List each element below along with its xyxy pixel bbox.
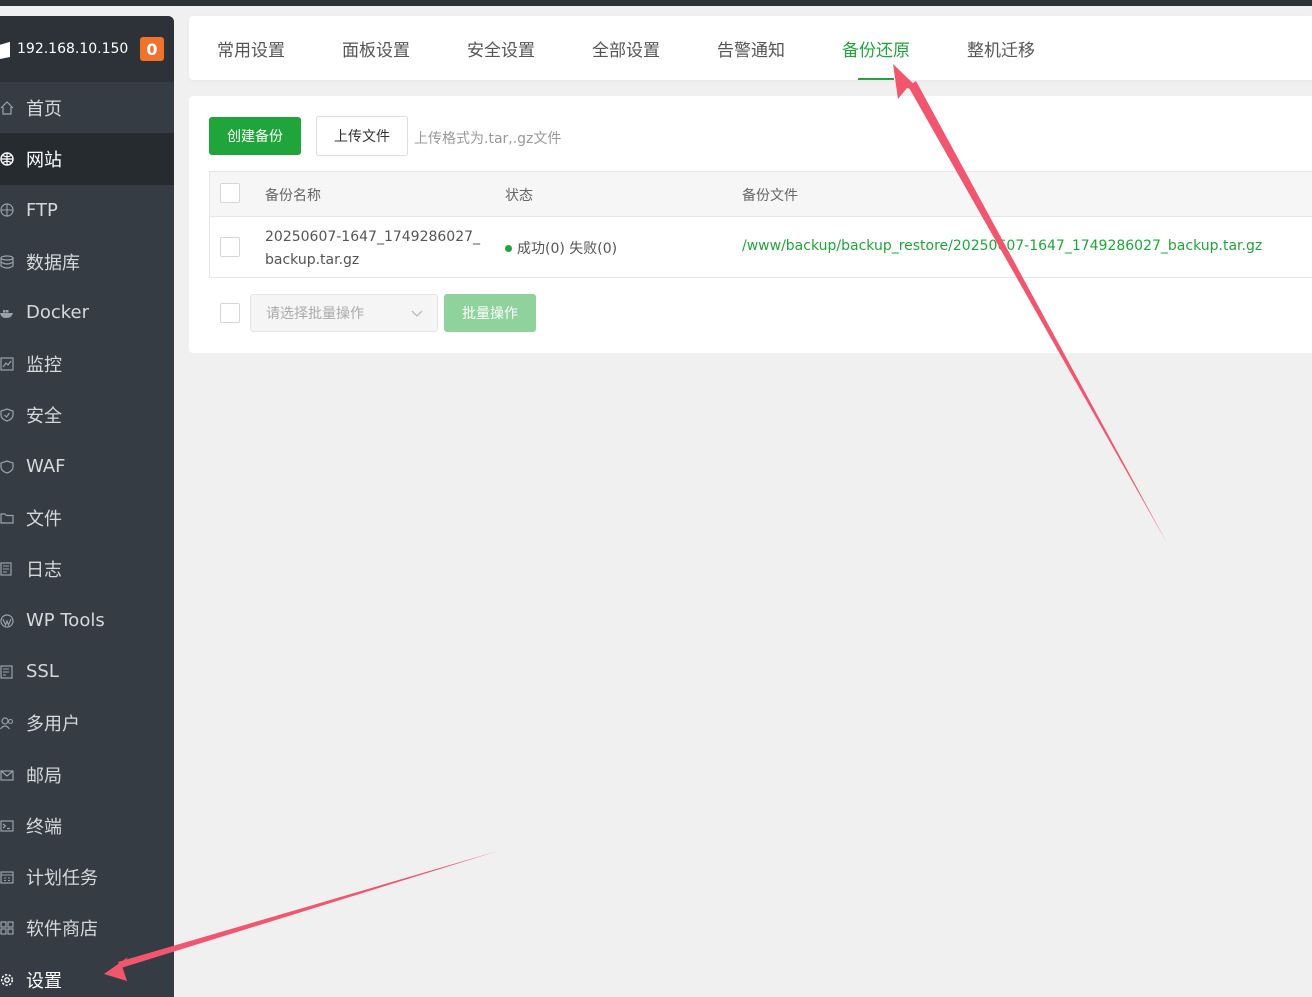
sidebar-item-label: 文件 (26, 509, 62, 531)
sidebar-item-app-store[interactable]: 软件商店 (0, 903, 174, 954)
docker-icon (0, 306, 26, 320)
sidebar-item-label: 软件商店 (26, 919, 98, 941)
active-tab-indicator (858, 78, 894, 80)
monitor-icon (0, 357, 26, 371)
table-header: 备份名称 状态 备份文件 (210, 172, 1312, 217)
backup-status: 成功(0) 失败(0) (505, 238, 617, 258)
tab-alert-notifications[interactable]: 告警通知 (717, 16, 785, 80)
sidebar-item-multi-user[interactable]: 多用户 (0, 698, 174, 749)
sidebar-item-mail[interactable]: 邮局 (0, 749, 174, 800)
sidebar-item-label: 网站 (26, 149, 62, 171)
tab-all-settings[interactable]: 全部设置 (592, 16, 660, 80)
waf-icon (0, 460, 26, 474)
sidebar-item-security[interactable]: 安全 (0, 390, 174, 441)
sidebar-item-website[interactable]: 网站 (0, 133, 174, 185)
sidebar-item-label: WP Tools (26, 610, 105, 632)
sidebar-item-label: 监控 (26, 355, 62, 377)
sidebar-item-logs[interactable]: 日志 (0, 544, 174, 595)
sidebar-item-label: 计划任务 (26, 868, 98, 890)
settings-tabs: 常用设置 面板设置 安全设置 全部设置 告警通知 备份还原 整机迁移 (189, 16, 1312, 80)
window-top-strip (0, 0, 1312, 6)
home-icon (0, 100, 26, 115)
chevron-down-icon (411, 306, 423, 324)
batch-operation-button: 批量操作 (444, 294, 536, 332)
sidebar-item-ssl[interactable]: SSL (0, 646, 174, 697)
tab-machine-migration[interactable]: 整机迁移 (967, 16, 1035, 80)
tab-panel-settings[interactable]: 面板设置 (342, 16, 410, 80)
sidebar-item-label: 安全 (26, 406, 62, 428)
sidebar-item-ftp[interactable]: FTP (0, 185, 174, 236)
backup-file-link[interactable]: /www/backup/backup_restore/20250607-1647… (742, 238, 1262, 254)
backup-name-line1: 20250607-1647_1749286027_ (265, 229, 481, 245)
backup-table: 备份名称 状态 备份文件 20250607-1647_1749286027_ b… (209, 171, 1312, 278)
sidebar-item-settings[interactable]: 设置 (0, 954, 174, 997)
batch-select-all-checkbox[interactable] (220, 303, 240, 323)
backup-name-line2: backup.tar.gz (265, 252, 360, 268)
ftp-icon (0, 203, 26, 217)
tab-backup-restore[interactable]: 备份还原 (842, 16, 910, 80)
users-icon (0, 716, 26, 730)
sidebar-item-label: 日志 (26, 560, 62, 582)
notification-badge[interactable]: 0 (140, 37, 164, 61)
sidebar-item-label: 首页 (26, 98, 62, 120)
sidebar-item-label: 设置 (26, 970, 62, 992)
sidebar-item-cron[interactable]: 计划任务 (0, 851, 174, 902)
sidebar-item-wp-tools[interactable]: WP Tools (0, 595, 174, 646)
calendar-icon (0, 870, 26, 884)
database-icon (0, 254, 26, 269)
sidebar-item-label: 终端 (26, 816, 62, 838)
sidebar-item-label: 多用户 (26, 714, 80, 736)
sidebar-header: 192.168.10.150 0 (0, 16, 174, 82)
folder-icon (0, 511, 26, 525)
wordpress-icon (0, 614, 26, 628)
upload-file-button[interactable]: 上传文件 (316, 116, 408, 156)
select-all-checkbox[interactable] (220, 183, 240, 203)
status-text: 成功(0) 失败(0) (517, 241, 618, 257)
gear-icon (0, 973, 26, 987)
sidebar-item-label: FTP (26, 199, 58, 221)
server-ip[interactable]: 192.168.10.150 (17, 41, 140, 57)
sidebar-item-label: WAF (26, 456, 66, 478)
sidebar-item-terminal[interactable]: 终端 (0, 800, 174, 851)
mail-icon (0, 768, 26, 782)
batch-select-placeholder: 请选择批量操作 (266, 306, 364, 322)
apps-icon (0, 921, 26, 935)
column-header-name: 备份名称 (265, 187, 321, 204)
status-dot (505, 244, 512, 252)
upload-format-hint: 上传格式为.tar,.gz文件 (414, 131, 562, 147)
column-header-file: 备份文件 (742, 187, 798, 204)
sidebar-item-label: 邮局 (26, 765, 62, 787)
shield-icon (0, 408, 26, 423)
sidebar: 192.168.10.150 0 首页 网站 FTP 数据库 Docker 监控… (0, 16, 174, 997)
ssl-icon (0, 665, 26, 679)
log-icon (0, 562, 26, 576)
backup-panel: 创建备份 上传文件 上传格式为.tar,.gz文件 备份名称 状态 备份文件 2… (189, 96, 1312, 353)
table-row: 20250607-1647_1749286027_ backup.tar.gz … (210, 217, 1312, 277)
server-logo-icon (0, 38, 12, 60)
sidebar-item-label: 数据库 (26, 252, 80, 274)
create-backup-button[interactable]: 创建备份 (209, 117, 301, 155)
sidebar-item-files[interactable]: 文件 (0, 492, 174, 543)
sidebar-item-database[interactable]: 数据库 (0, 236, 174, 287)
sidebar-item-docker[interactable]: Docker (0, 287, 174, 338)
sidebar-item-label: Docker (26, 302, 90, 324)
row-checkbox[interactable] (220, 237, 240, 257)
column-header-status[interactable]: 状态 (505, 172, 533, 217)
globe-icon (0, 152, 26, 166)
tab-common-settings[interactable]: 常用设置 (217, 16, 285, 80)
terminal-icon (0, 819, 26, 833)
sidebar-item-home[interactable]: 首页 (0, 82, 174, 133)
batch-action-select[interactable]: 请选择批量操作 (250, 294, 438, 332)
sidebar-item-waf[interactable]: WAF (0, 441, 174, 492)
tab-security-settings[interactable]: 安全设置 (467, 16, 535, 80)
sidebar-item-monitor[interactable]: 监控 (0, 338, 174, 389)
backup-name: 20250607-1647_1749286027_ backup.tar.gz (265, 226, 480, 272)
sidebar-item-label: SSL (26, 661, 59, 683)
